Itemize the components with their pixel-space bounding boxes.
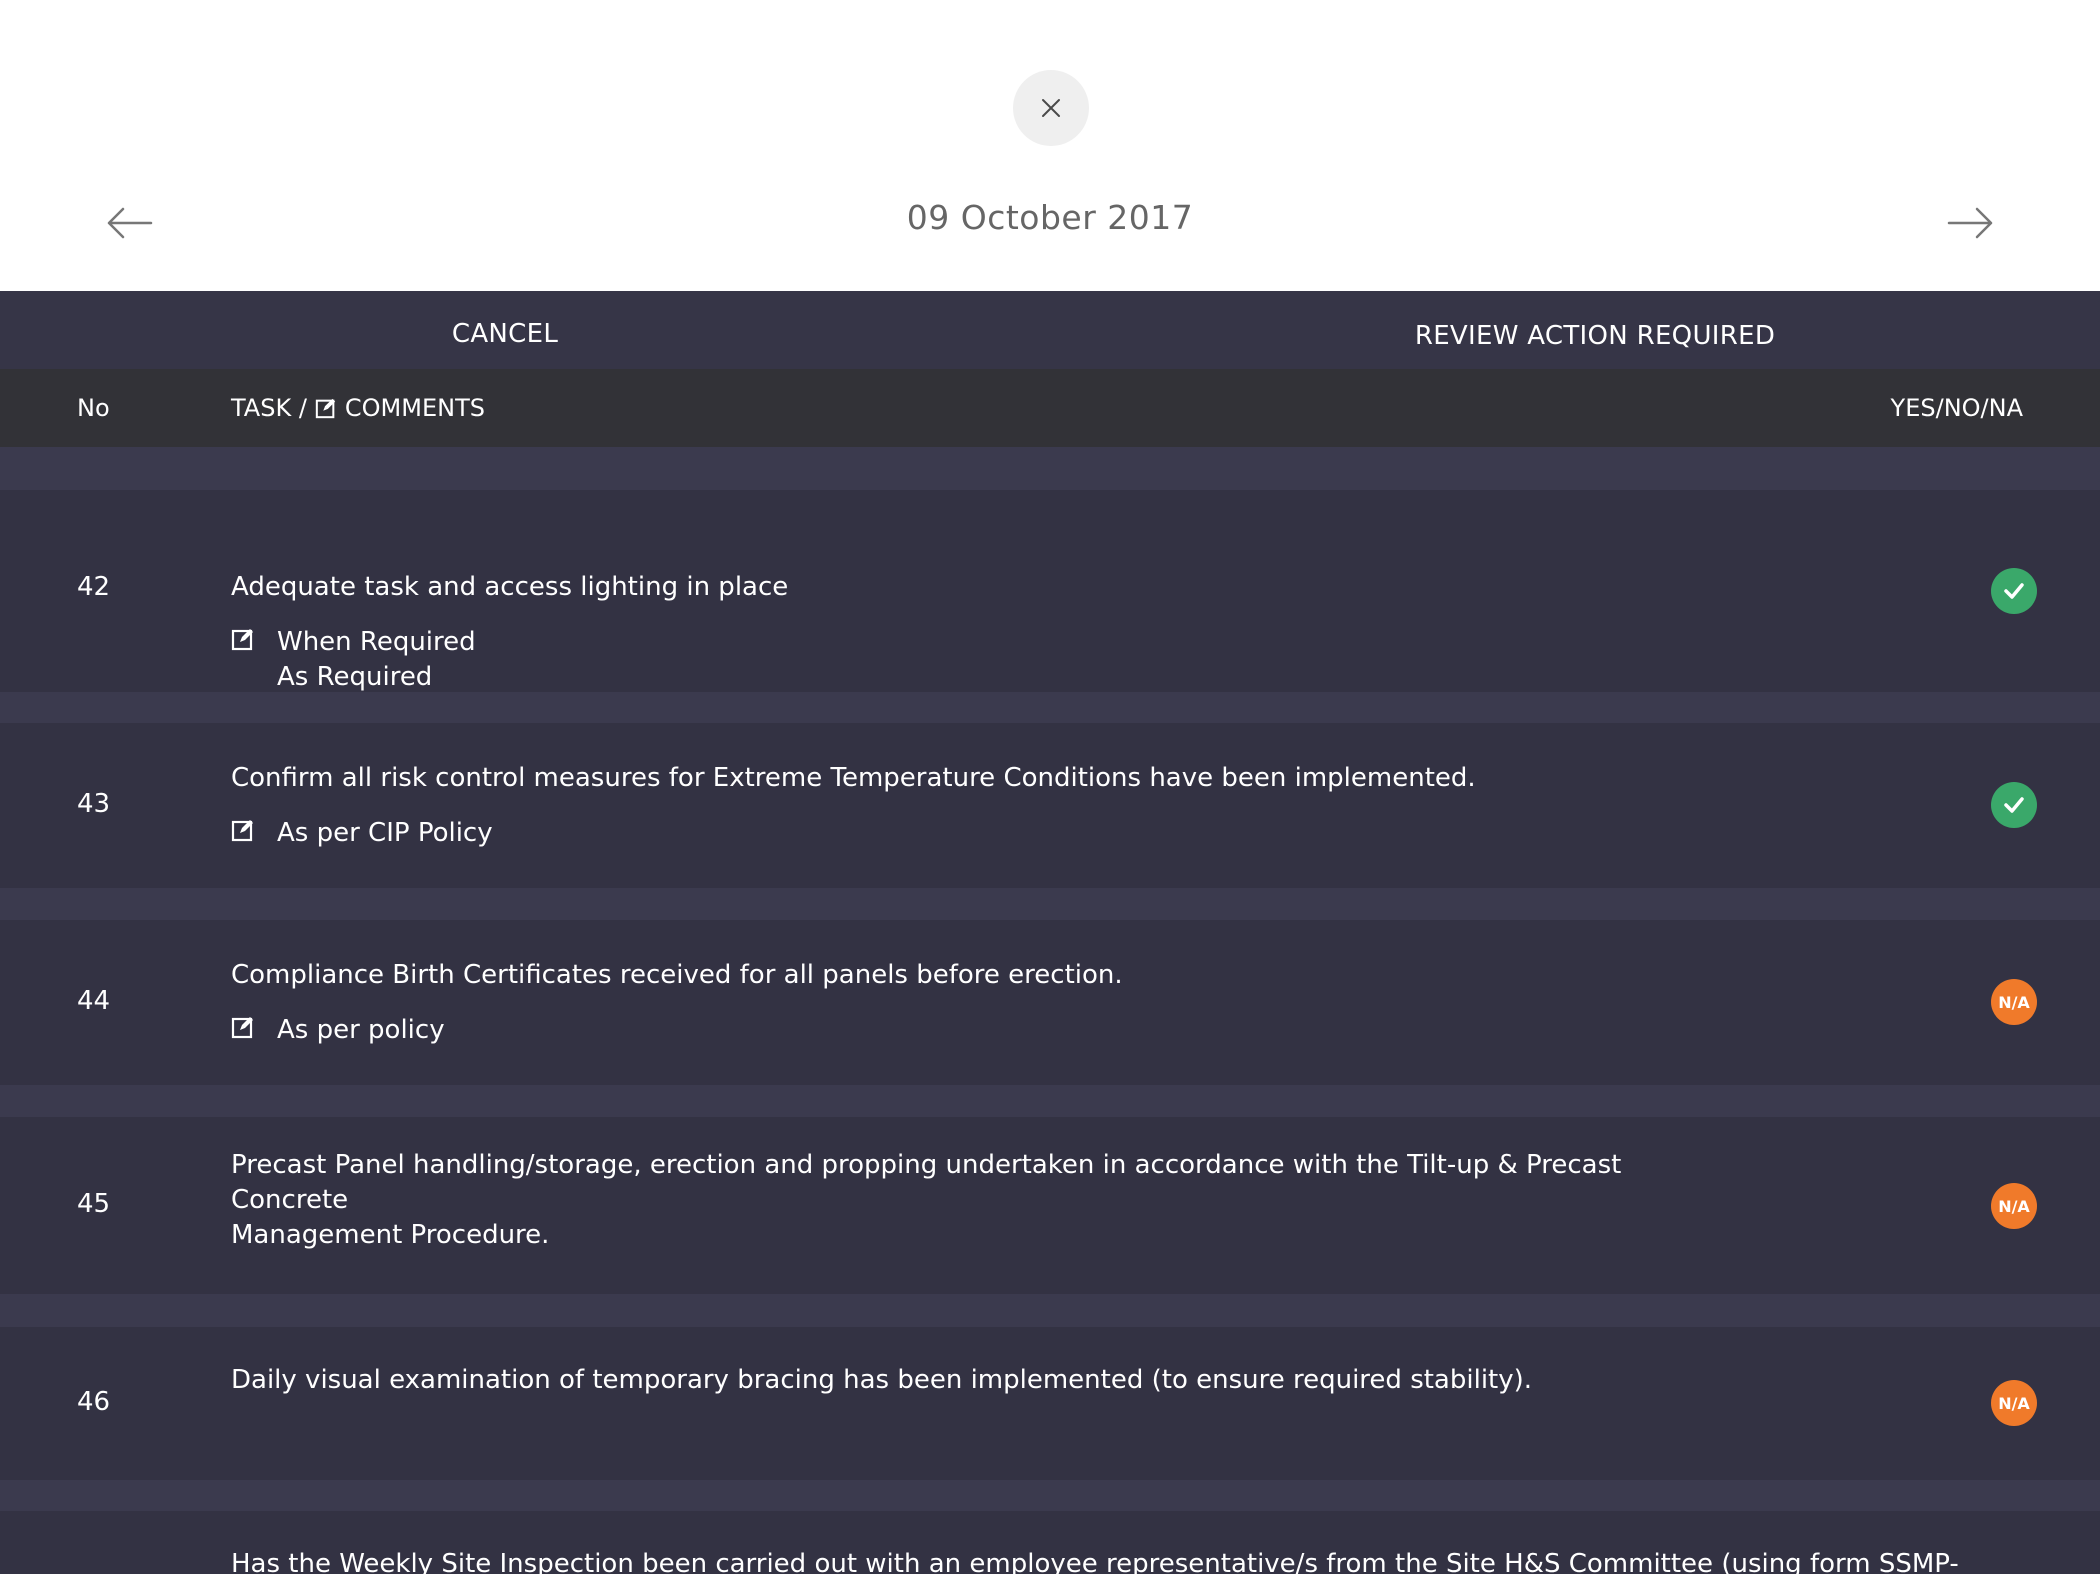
row-task: Confirm all risk control measures for Ex… <box>231 763 1476 793</box>
row-task: Has the Weekly Site Inspection been carr… <box>231 1549 1959 1574</box>
column-header: No TASK / COMMENTS YES/NO/NA <box>0 369 2100 447</box>
row-number: 45 <box>77 1189 111 1219</box>
status-na-toggle[interactable]: N/A <box>1991 979 2037 1025</box>
status-yes-toggle[interactable] <box>1991 782 2037 828</box>
row-comment: As per CIP Policy <box>231 816 493 851</box>
date-title: 09 October 2017 <box>906 198 1194 237</box>
next-date-button[interactable] <box>1945 198 1995 252</box>
action-bar: CANCEL REVIEW ACTION REQUIRED <box>0 291 2100 369</box>
status-yes-toggle[interactable] <box>1991 568 2037 614</box>
column-comments-label: COMMENTS <box>344 394 485 422</box>
edit-note-icon <box>231 1017 253 1039</box>
cancel-button[interactable]: CANCEL <box>405 319 605 349</box>
review-action-required-button[interactable]: REVIEW ACTION REQUIRED <box>1380 321 1810 351</box>
row-number: 46 <box>77 1387 111 1417</box>
edit-note-icon <box>315 398 336 419</box>
row-task: Compliance Birth Certificates received f… <box>231 960 1123 990</box>
comment-line: When Required <box>277 627 476 657</box>
edit-note-icon <box>231 629 253 651</box>
check-icon <box>2004 583 2024 599</box>
edit-note-icon <box>231 820 253 842</box>
task-line: Precast Panel handling/storage, erection… <box>231 1150 1622 1215</box>
table-row[interactable]: 44 Compliance Birth Certificates receive… <box>0 920 2100 1085</box>
close-icon <box>1042 99 1060 117</box>
status-na-toggle[interactable]: N/A <box>1991 1380 2037 1426</box>
task-line: Management Procedure. <box>231 1220 550 1250</box>
close-button[interactable] <box>1013 70 1089 146</box>
row-comment: When Required As Required <box>231 625 476 695</box>
arrow-right-icon <box>1947 207 1993 239</box>
column-task-label: TASK / <box>231 394 307 422</box>
comment-line: As per CIP Policy <box>277 818 493 848</box>
table-row[interactable]: 42 Adequate task and access lighting in … <box>0 490 2100 692</box>
row-task: Adequate task and access lighting in pla… <box>231 572 789 602</box>
check-icon <box>2004 797 2024 813</box>
table-row[interactable]: 43 Confirm all risk control measures for… <box>0 723 2100 888</box>
comment-line: As per policy <box>277 1015 445 1045</box>
column-task-comments: TASK / COMMENTS <box>231 394 485 422</box>
top-header: 09 October 2017 <box>0 0 2100 291</box>
table-row[interactable]: Has the Weekly Site Inspection been carr… <box>0 1511 2100 1574</box>
table-row[interactable]: 45 Precast Panel handling/storage, erect… <box>0 1117 2100 1294</box>
row-comment: As per policy <box>231 1013 445 1048</box>
row-number: 42 <box>77 572 111 602</box>
row-task: Precast Panel handling/storage, erection… <box>231 1148 1681 1253</box>
row-number: 43 <box>77 789 111 819</box>
comment-line: As Required <box>277 662 433 692</box>
table-row[interactable]: 46 Daily visual examination of temporary… <box>0 1327 2100 1480</box>
column-yes-no-na: YES/NO/NA <box>1890 394 2023 422</box>
status-na-toggle[interactable]: N/A <box>1991 1183 2037 1229</box>
checklist: 42 Adequate task and access lighting in … <box>0 447 2100 1574</box>
column-no: No <box>77 394 110 422</box>
row-number: 44 <box>77 986 111 1016</box>
row-task: Daily visual examination of temporary br… <box>231 1365 1533 1395</box>
